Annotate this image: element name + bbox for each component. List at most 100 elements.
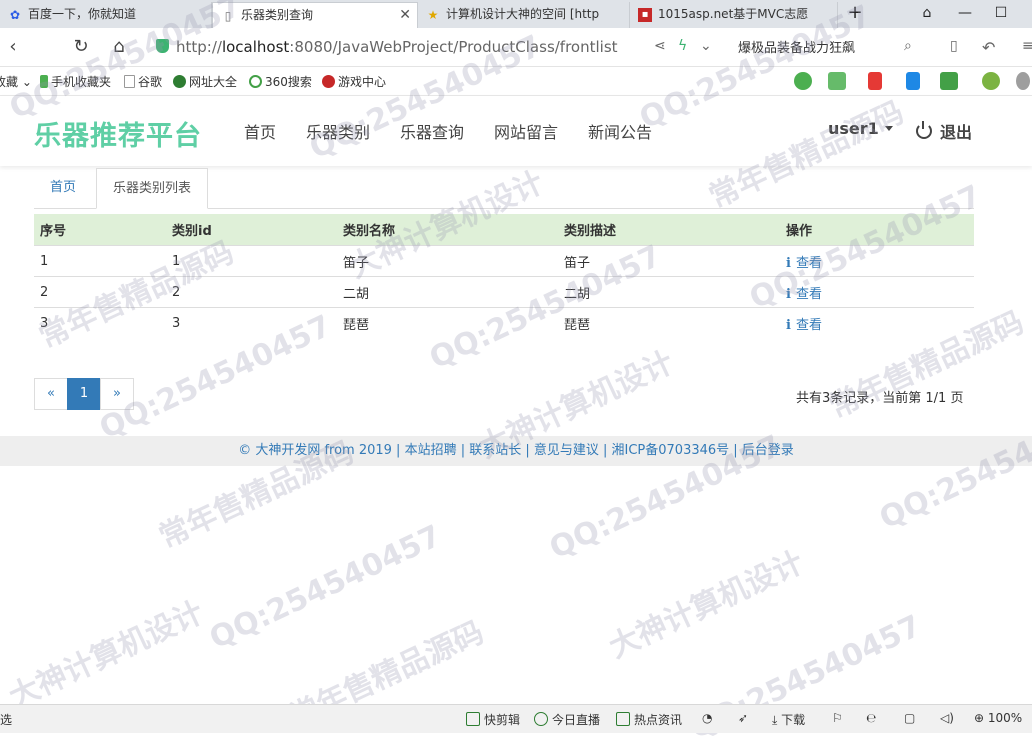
cell-desc: 二胡	[558, 276, 780, 308]
undo-icon[interactable]: ↶	[982, 38, 995, 57]
minimize-icon[interactable]: —	[948, 0, 982, 28]
live-button[interactable]: 今日直播	[534, 711, 600, 728]
game-icon	[322, 75, 335, 88]
status-item-label: 热点资讯	[634, 713, 683, 727]
bookmark-label: 手机收藏夹	[51, 75, 112, 89]
breadcrumb-current[interactable]: 乐器类别列表	[96, 168, 209, 209]
cell-action: i 查看	[780, 276, 974, 308]
table-header-row: 序号 类别id 类别名称 类别描述 操作	[34, 214, 974, 246]
bookmark-label: 游戏中心	[338, 75, 387, 89]
menu-icon[interactable]: ≡	[1022, 38, 1032, 54]
browser-tab-space[interactable]: ★ 计算机设计大神的空间 [http	[418, 2, 630, 28]
scissors-icon[interactable]	[868, 72, 882, 90]
reload-icon[interactable]: ↻	[68, 34, 94, 60]
grid-icon[interactable]	[1016, 72, 1030, 90]
browser-tab-baidu[interactable]: ✿ 百度一下，你就知道	[0, 2, 212, 28]
skin-icon[interactable]: ⌂	[910, 0, 944, 28]
flag-icon[interactable]: ⚐	[832, 711, 843, 725]
bookmark-360[interactable]: 360搜索	[249, 73, 312, 90]
phone-icon[interactable]: ▯	[950, 38, 958, 54]
cell-name: 二胡	[337, 276, 558, 308]
cell-index: 2	[34, 276, 166, 308]
view-link[interactable]: i 查看	[786, 256, 822, 271]
search-input[interactable]: 爆极品装备战力狂飙	[738, 37, 855, 56]
cell-desc: 笛子	[558, 245, 780, 277]
window-icon[interactable]: ▢	[904, 711, 915, 725]
extension-translate-icon[interactable]	[828, 72, 846, 90]
close-tab-icon[interactable]: ✕	[399, 3, 411, 28]
download-button[interactable]: ⤓ 下载	[772, 711, 805, 728]
watermark: 大神计算机设计	[3, 594, 210, 716]
lightning-icon[interactable]: ϟ	[678, 38, 687, 54]
search-icon[interactable]: ⌕	[904, 38, 912, 54]
speed-icon[interactable]: ◔	[702, 711, 712, 725]
nav-news[interactable]: 新闻公告	[588, 119, 652, 143]
browser-tab-bar: ✿ 百度一下，你就知道 ▯ 乐器类别查询 ✕ ★ 计算机设计大神的空间 [htt…	[0, 0, 1032, 28]
record-summary: 共有3条记录，当前第 1/1 页	[796, 391, 964, 406]
watermark: QQ:254540457	[874, 398, 1032, 537]
user-menu[interactable]: user1	[828, 119, 893, 138]
download-icon: ⤓	[772, 713, 778, 727]
info-icon: i	[786, 317, 791, 333]
extension-reader-icon[interactable]	[794, 72, 812, 90]
yen-icon[interactable]	[982, 72, 1000, 90]
logout-button[interactable]: 退出	[916, 119, 972, 143]
status-text: 选	[0, 713, 13, 727]
chevron-down-icon[interactable]: ⌄	[700, 38, 712, 54]
cell-name: 琵琶	[337, 307, 558, 338]
site-header: 乐器推荐平台 首页 乐器类别 乐器查询 网站留言 新闻公告 user1 退出	[0, 96, 1032, 166]
gamepad-icon[interactable]	[940, 72, 958, 90]
quick-clip-button[interactable]: 快剪辑	[466, 711, 520, 728]
table-row: 3 3 琵琶 琵琶 i 查看	[34, 307, 974, 338]
next-page-button[interactable]: »	[100, 378, 134, 410]
cell-action: i 查看	[780, 307, 974, 338]
view-link[interactable]: i 查看	[786, 318, 822, 333]
bookmark-label: 网址大全	[189, 75, 238, 89]
bookmark-mobile[interactable]: 手机收藏夹	[40, 73, 111, 90]
magnifier-icon[interactable]	[906, 72, 920, 90]
back-icon[interactable]: ‹	[0, 34, 26, 60]
bookmark-games[interactable]: 游戏中心	[322, 73, 386, 90]
globe-icon	[173, 75, 186, 88]
page-1-button[interactable]: 1	[67, 378, 101, 410]
cell-action: i 查看	[780, 245, 974, 277]
news-button[interactable]: 热点资讯	[616, 711, 682, 728]
url-field[interactable]: http://localhost:8080/JavaWebProject/Pro…	[176, 36, 618, 58]
site-logo[interactable]: 乐器推荐平台	[34, 114, 202, 153]
watermark: 大神计算机设计	[603, 544, 810, 666]
nav-instrument-categories[interactable]: 乐器类别	[306, 119, 370, 143]
browser-tab-current[interactable]: ▯ 乐器类别查询 ✕	[212, 2, 418, 28]
tab-label: 乐器类别查询	[241, 8, 314, 22]
ie-icon[interactable]: ℮	[866, 711, 876, 725]
rocket-icon[interactable]: ➶	[738, 711, 748, 725]
caret-down-icon	[884, 126, 893, 131]
maximize-icon[interactable]: ☐	[984, 0, 1018, 28]
bookmark-label: 360搜索	[265, 75, 312, 89]
browser-tab-asp[interactable]: ▪ 1015asp.net基于MVC志愿	[630, 2, 838, 28]
star-icon: ★	[427, 8, 439, 22]
prev-page-button[interactable]: «	[34, 378, 68, 410]
new-tab-button[interactable]: +	[838, 0, 872, 28]
site-footer[interactable]: © 大神开发网 from 2019 | 本站招聘 | 联系站长 | 意见与建议 …	[0, 436, 1032, 466]
view-label: 查看	[796, 255, 823, 271]
nav-guestbook[interactable]: 网站留言	[494, 119, 558, 143]
breadcrumb-home[interactable]: 首页	[34, 168, 92, 208]
info-icon: i	[786, 286, 791, 302]
home-icon[interactable]: ⌂	[106, 34, 132, 60]
nav-instrument-search[interactable]: 乐器查询	[400, 119, 464, 143]
volume-icon[interactable]: ◁)	[940, 711, 954, 725]
column-header: 类别id	[166, 214, 337, 246]
power-icon	[916, 121, 932, 139]
nav-home[interactable]: 首页	[244, 119, 276, 143]
bookmark-label: 谷歌	[138, 75, 163, 89]
address-bar: ‹ ↻ ⌂ http://localhost:8080/JavaWebProje…	[0, 28, 1032, 67]
browser-status-bar: 选 快剪辑 今日直播 热点资讯 ◔ ➶ ⤓ 下载 ⚐ ℮ ▢ ◁) ⊕ 100%	[0, 704, 1032, 733]
bookmark-sites[interactable]: 网址大全	[173, 73, 237, 90]
bookmark-favorites[interactable]: 收藏 ⌄	[0, 73, 32, 90]
zoom-control[interactable]: ⊕ 100%	[974, 711, 1022, 725]
bookmark-google[interactable]: 谷歌	[124, 73, 162, 90]
url-path: :8080/JavaWebProject/ProductClass/frontl…	[289, 38, 618, 56]
view-link[interactable]: i 查看	[786, 287, 822, 302]
share-icon[interactable]: ⋖	[654, 38, 666, 54]
bookmark-label: 收藏	[0, 75, 19, 89]
